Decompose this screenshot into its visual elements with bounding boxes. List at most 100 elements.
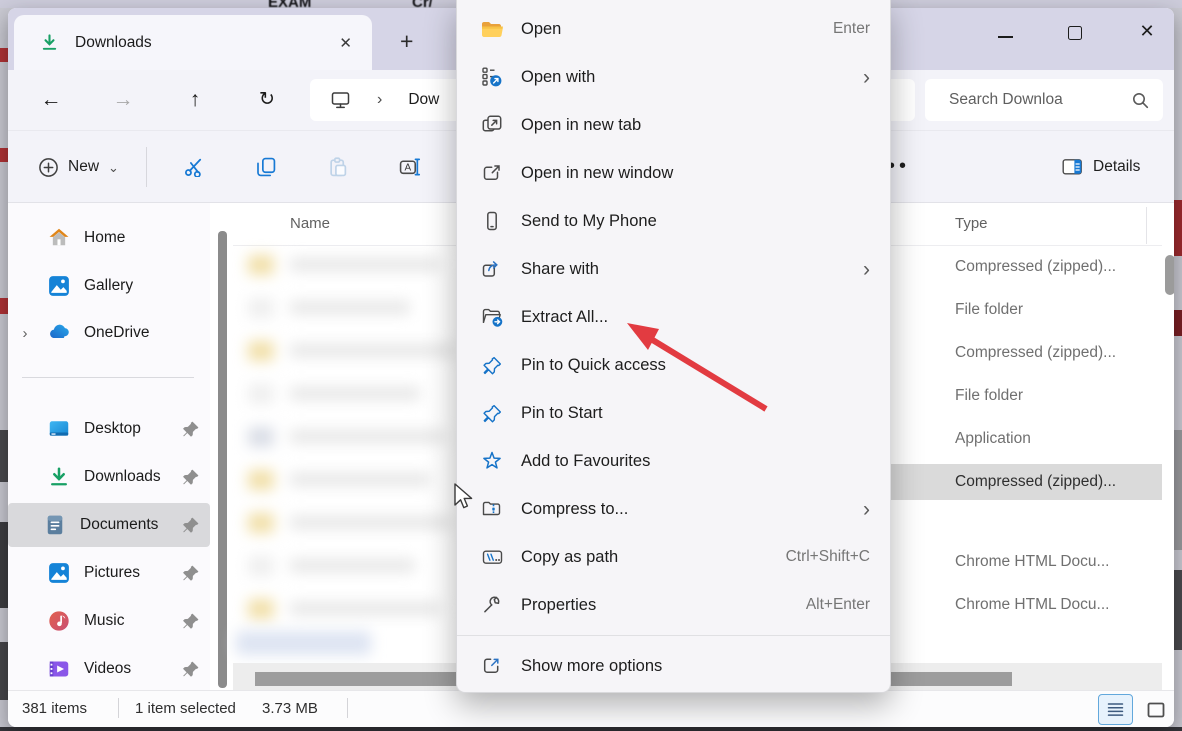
new-tab-button[interactable]: +: [400, 28, 413, 55]
status-divider: [347, 698, 348, 718]
cut-button[interactable]: [172, 145, 216, 189]
file-type-cell[interactable]: File folder: [955, 301, 1165, 323]
context-menu: Open Enter Open with › Open in new tab O…: [456, 0, 891, 693]
maximize-button[interactable]: [1060, 24, 1090, 40]
share-icon: [479, 258, 505, 280]
menu-item-copy-as-path[interactable]: Copy as path Ctrl+Shift+C: [457, 533, 890, 581]
pin-icon: [479, 402, 505, 424]
sidebar-scrollbar-thumb[interactable]: [218, 231, 227, 688]
expander-chevron-icon[interactable]: ›: [12, 325, 38, 342]
menu-item-shortcut: Alt+Enter: [805, 596, 870, 613]
search-box[interactable]: Search Downloa: [925, 79, 1163, 121]
search-icon: [1131, 91, 1149, 109]
sidebar-item-label: Downloads: [84, 468, 161, 485]
extract-all-icon: [479, 306, 505, 328]
menu-item-add-to-favourites[interactable]: Add to Favourites: [457, 437, 890, 485]
breadcrumb-chevron-icon: ›: [377, 91, 383, 108]
new-button[interactable]: New ⌄: [28, 147, 129, 187]
sidebar-item-onedrive[interactable]: › OneDrive: [12, 311, 210, 355]
back-button[interactable]: ←: [33, 84, 69, 116]
menu-item-send-to-my-phone[interactable]: Send to My Phone: [457, 197, 890, 245]
background-fragment: [0, 48, 8, 62]
column-header-name[interactable]: Name: [290, 215, 330, 232]
file-type-cell-selected[interactable]: Compressed (zipped)...: [955, 473, 1165, 495]
pin-icon: [479, 354, 505, 376]
up-button[interactable]: ↑: [177, 84, 213, 116]
videos-icon: [48, 658, 70, 680]
file-type-cell[interactable]: Chrome HTML Docu...: [955, 553, 1165, 575]
downloads-icon: [48, 466, 70, 488]
sidebar-divider: [22, 377, 194, 378]
menu-item-properties[interactable]: Properties Alt+Enter: [457, 581, 890, 629]
pin-icon: [182, 468, 200, 486]
sidebar-item-pictures[interactable]: Pictures: [12, 551, 210, 595]
navigation-pane: Home Gallery › OneDrive Desktop Download…: [8, 203, 210, 690]
column-header-type[interactable]: Type: [955, 215, 988, 232]
copy-button[interactable]: [244, 145, 288, 189]
background-fragment: [0, 148, 8, 162]
svg-text:A: A: [404, 163, 411, 174]
menu-item-extract-all[interactable]: Extract All...: [457, 293, 890, 341]
details-button[interactable]: Details: [1054, 145, 1148, 189]
pin-icon: [182, 420, 200, 438]
see-more-button[interactable]: ••: [888, 155, 910, 178]
sidebar-item-gallery[interactable]: Gallery: [12, 264, 210, 308]
toolbar-divider: [146, 147, 147, 187]
vertical-scrollbar-thumb[interactable]: [1165, 255, 1174, 295]
sidebar-item-music[interactable]: Music: [12, 599, 210, 643]
paste-button[interactable]: [316, 145, 360, 189]
thumbnail-view-toggle[interactable]: [1141, 696, 1171, 723]
menu-item-pin-to-start[interactable]: Pin to Start: [457, 389, 890, 437]
sidebar-item-desktop[interactable]: Desktop: [12, 407, 210, 451]
menu-item-open[interactable]: Open Enter: [457, 5, 890, 53]
tab-title: Downloads: [75, 33, 152, 51]
pin-icon: [182, 516, 200, 534]
search-placeholder: Search Downloa: [949, 91, 1063, 108]
home-icon: [48, 227, 70, 249]
file-type-cell[interactable]: Compressed (zipped)...: [955, 258, 1165, 280]
forward-button[interactable]: →: [105, 84, 141, 116]
file-type-cell[interactable]: Chrome HTML Docu...: [955, 596, 1165, 618]
details-view-toggle[interactable]: [1098, 694, 1133, 725]
menu-item-label: Show more options: [521, 656, 663, 675]
menu-item-compress-to[interactable]: Compress to... ›: [457, 485, 890, 533]
chevron-down-icon: ⌄: [108, 160, 119, 175]
background-text-fragment: EXAM: [268, 0, 311, 8]
sidebar-item-home[interactable]: Home: [12, 216, 210, 260]
star-icon: [479, 450, 505, 472]
this-pc-icon: [330, 90, 351, 110]
file-type-cell[interactable]: Application: [955, 430, 1165, 452]
menu-item-shortcut: Enter: [832, 20, 870, 37]
show-more-icon: [479, 655, 505, 677]
menu-item-share-with[interactable]: Share with ›: [457, 245, 890, 293]
copy-path-icon: [479, 546, 505, 568]
tab-close-button[interactable]: ✕: [333, 32, 358, 54]
zip-folder-icon: [479, 498, 505, 520]
background-fragment: [1174, 200, 1182, 256]
new-plus-icon: [38, 157, 59, 178]
refresh-button[interactable]: ↻: [249, 84, 285, 116]
menu-item-label: Open in new tab: [521, 115, 642, 134]
background-fragment: [1174, 570, 1182, 650]
sidebar-item-label: OneDrive: [84, 324, 150, 341]
menu-item-open-in-new-tab[interactable]: Open in new tab: [457, 101, 890, 149]
menu-item-show-more-options[interactable]: Show more options: [457, 642, 890, 690]
selection-size: 3.73 MB: [262, 700, 318, 717]
sidebar-item-documents[interactable]: Documents: [8, 503, 210, 547]
menu-item-open-with[interactable]: Open with ›: [457, 53, 890, 101]
tab-downloads[interactable]: Downloads ✕: [14, 15, 372, 70]
sidebar-item-videos[interactable]: Videos: [12, 647, 210, 691]
paste-icon: [330, 157, 347, 177]
file-type-cell[interactable]: File folder: [955, 387, 1165, 409]
menu-item-open-in-new-window[interactable]: Open in new window: [457, 149, 890, 197]
column-divider[interactable]: [1146, 207, 1147, 244]
menu-item-pin-to-quick-access[interactable]: Pin to Quick access: [457, 341, 890, 389]
minimize-button[interactable]: [990, 26, 1020, 38]
breadcrumb-segment[interactable]: Dow: [408, 91, 439, 109]
menu-item-label: Properties: [521, 595, 597, 614]
background-fragment: [0, 522, 8, 608]
sidebar-item-downloads[interactable]: Downloads: [12, 455, 210, 499]
close-button[interactable]: ✕: [1132, 21, 1162, 42]
file-type-cell[interactable]: Compressed (zipped)...: [955, 344, 1165, 366]
rename-button[interactable]: A: [388, 145, 432, 189]
